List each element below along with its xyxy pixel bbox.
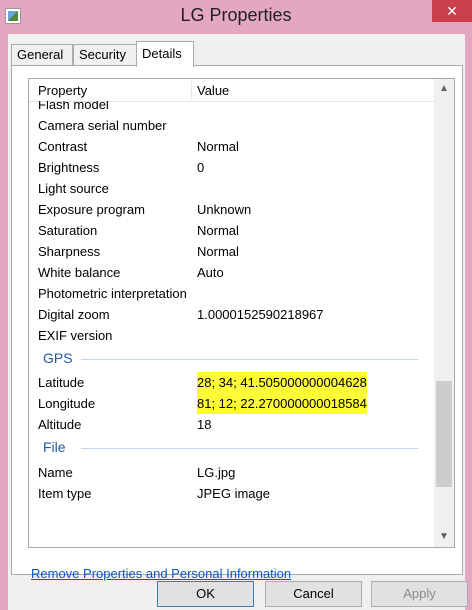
property-name: EXIF version bbox=[38, 328, 113, 343]
property-value: JPEG image bbox=[197, 486, 270, 501]
property-name: Light source bbox=[38, 181, 109, 196]
list-item[interactable]: Light source bbox=[29, 178, 434, 199]
property-value: 1.0000152590218967 bbox=[197, 307, 324, 322]
property-value: Normal bbox=[197, 244, 239, 259]
tab-security[interactable]: Security bbox=[73, 44, 137, 66]
list-item[interactable]: Camera serial number bbox=[29, 115, 434, 136]
properties-list[interactable]: Property Value Flash model Camera serial… bbox=[28, 78, 455, 548]
property-name: Saturation bbox=[38, 223, 98, 238]
group-header-gps[interactable]: GPS bbox=[29, 348, 434, 370]
property-name: Camera serial number bbox=[38, 118, 167, 133]
remove-properties-link[interactable]: Remove Properties and Personal Informati… bbox=[31, 566, 291, 581]
list-item[interactable]: Item type JPEG image bbox=[29, 483, 434, 504]
property-value-highlighted: 81; 12; 22.270000000018584 bbox=[197, 393, 367, 414]
property-value: Unknown bbox=[197, 202, 252, 217]
list-item[interactable]: Latitude 28; 34; 41.505000000004628 bbox=[29, 372, 434, 393]
window-frame-left bbox=[0, 34, 8, 610]
title-bar: LG Properties ✕ bbox=[0, 0, 472, 34]
tab-general[interactable]: General bbox=[11, 44, 73, 66]
property-name: Brightness bbox=[38, 160, 100, 175]
property-value-highlighted: 28; 34; 41.505000000004628 bbox=[197, 372, 367, 393]
scroll-thumb[interactable] bbox=[436, 381, 452, 487]
list-item[interactable]: Brightness 0 bbox=[29, 157, 434, 178]
property-name: Latitude bbox=[38, 375, 85, 390]
property-name: White balance bbox=[38, 265, 121, 280]
list-item[interactable]: Contrast Normal bbox=[29, 136, 434, 157]
dialog-client-area: General Security Details Property Value … bbox=[8, 34, 468, 610]
list-item[interactable]: Photometric interpretation bbox=[29, 283, 434, 304]
property-value: 0 bbox=[197, 160, 205, 175]
ok-button[interactable]: OK bbox=[157, 581, 254, 607]
list-item[interactable]: Exposure program Unknown bbox=[29, 199, 434, 220]
group-header-file[interactable]: File bbox=[29, 437, 434, 459]
group-divider bbox=[81, 359, 419, 360]
scroll-down-arrow-icon[interactable]: ▼ bbox=[434, 527, 454, 547]
list-item[interactable]: Saturation Normal bbox=[29, 220, 434, 241]
list-item[interactable]: Digital zoom 1.0000152590218967 bbox=[29, 304, 434, 325]
scroll-up-arrow-icon[interactable]: ▲ bbox=[434, 79, 454, 99]
property-value: Normal bbox=[197, 223, 239, 238]
property-value: Auto bbox=[197, 265, 224, 280]
group-label: File bbox=[43, 439, 66, 455]
property-value: 18 bbox=[197, 417, 212, 432]
column-header: Property Value bbox=[29, 79, 434, 102]
column-value-header[interactable]: Value bbox=[197, 83, 229, 98]
list-item[interactable]: Altitude 18 bbox=[29, 414, 434, 435]
list-item[interactable]: EXIF version bbox=[29, 325, 434, 346]
property-value: LG.jpg bbox=[197, 465, 236, 480]
property-name: Flash model bbox=[38, 101, 109, 112]
cancel-button[interactable]: Cancel bbox=[265, 581, 362, 607]
property-name: Contrast bbox=[38, 139, 88, 154]
property-name: Altitude bbox=[38, 417, 82, 432]
details-panel: Property Value Flash model Camera serial… bbox=[11, 65, 463, 581]
property-name: Item type bbox=[38, 486, 92, 501]
property-name: Exposure program bbox=[38, 202, 145, 217]
window-frame-right bbox=[465, 34, 472, 610]
close-button[interactable]: ✕ bbox=[432, 0, 472, 22]
property-name: Digital zoom bbox=[38, 307, 110, 322]
property-value: Normal bbox=[197, 139, 239, 154]
property-name: Photometric interpretation bbox=[38, 286, 187, 301]
property-name: Sharpness bbox=[38, 244, 101, 259]
list-item[interactable]: Name LG.jpg bbox=[29, 462, 434, 483]
list-item[interactable]: Longitude 81; 12; 22.270000000018584 bbox=[29, 393, 434, 414]
rows-viewport: Flash model Camera serial number Contras… bbox=[29, 101, 434, 547]
window-title: LG Properties bbox=[180, 5, 292, 25]
apply-button[interactable]: Apply bbox=[371, 581, 468, 607]
property-name: Longitude bbox=[38, 396, 96, 411]
list-item[interactable]: Flash model bbox=[29, 101, 434, 115]
list-item[interactable]: White balance Auto bbox=[29, 262, 434, 283]
group-label: GPS bbox=[43, 350, 73, 366]
column-property-header[interactable]: Property bbox=[38, 83, 87, 98]
vertical-scrollbar[interactable]: ▲ ▼ bbox=[434, 79, 454, 547]
column-divider[interactable] bbox=[191, 81, 192, 99]
group-divider bbox=[81, 448, 419, 449]
list-item[interactable]: Sharpness Normal bbox=[29, 241, 434, 262]
tab-details[interactable]: Details bbox=[136, 41, 194, 67]
property-name: Name bbox=[38, 465, 73, 480]
